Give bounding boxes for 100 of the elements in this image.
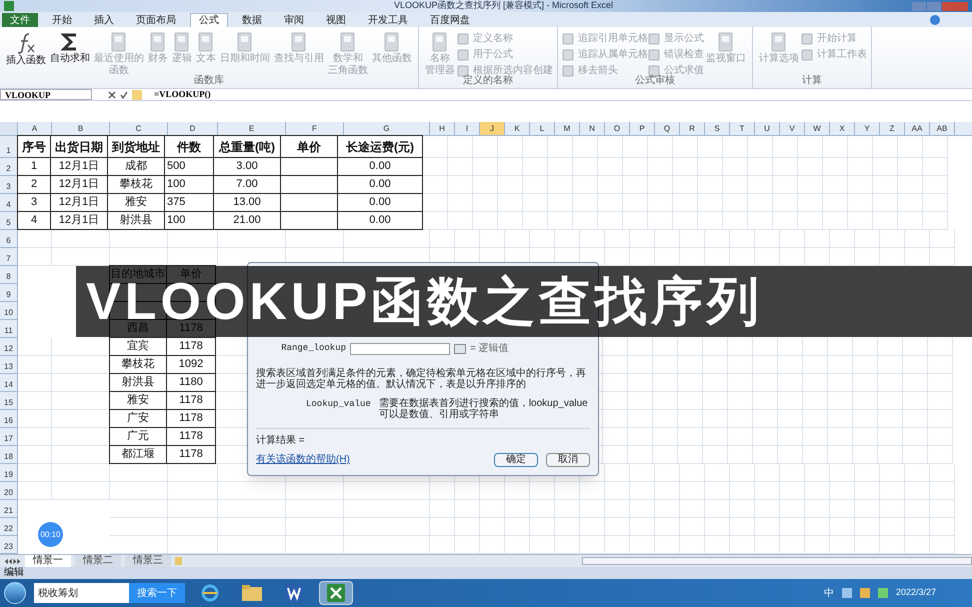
spreadsheet-cell[interactable] xyxy=(448,136,473,158)
spreadsheet-cell[interactable] xyxy=(678,374,703,392)
spreadsheet-cell[interactable] xyxy=(603,356,628,374)
spreadsheet-cell[interactable] xyxy=(923,176,948,194)
spreadsheet-cell[interactable] xyxy=(748,158,773,176)
spreadsheet-cell[interactable] xyxy=(648,212,673,230)
column-header[interactable]: W xyxy=(805,122,830,135)
spreadsheet-cell[interactable] xyxy=(930,230,955,248)
spreadsheet-cell[interactable] xyxy=(805,464,830,482)
spreadsheet-cell[interactable] xyxy=(705,482,730,500)
spreadsheet-cell[interactable] xyxy=(878,338,903,356)
column-header[interactable]: X xyxy=(830,122,855,135)
spreadsheet-cell[interactable] xyxy=(573,176,598,194)
minimize-icon[interactable] xyxy=(912,2,926,10)
spreadsheet-cell[interactable] xyxy=(598,212,623,230)
spreadsheet-cell[interactable] xyxy=(703,410,728,428)
spreadsheet-cell[interactable] xyxy=(505,500,530,518)
ribbon-tab[interactable]: 审阅 xyxy=(276,13,312,27)
spreadsheet-cell[interactable] xyxy=(853,428,878,446)
spreadsheet-cell[interactable] xyxy=(603,428,628,446)
column-header[interactable]: T xyxy=(730,122,755,135)
spreadsheet-cell[interactable] xyxy=(648,194,673,212)
select-all-corner[interactable] xyxy=(0,122,18,135)
spreadsheet-cell[interactable] xyxy=(455,500,480,518)
column-header[interactable]: R xyxy=(680,122,705,135)
spreadsheet-cell[interactable] xyxy=(855,464,880,482)
ribbon-tab[interactable]: 页面布局 xyxy=(128,13,184,27)
spreadsheet-cell[interactable] xyxy=(723,158,748,176)
sheet-tab[interactable]: 情景二 xyxy=(75,555,122,567)
spreadsheet-cell[interactable] xyxy=(830,230,855,248)
spreadsheet-cell[interactable] xyxy=(848,136,873,158)
spreadsheet-cell[interactable] xyxy=(723,136,748,158)
spreadsheet-cell[interactable] xyxy=(880,518,905,536)
spreadsheet-cell[interactable] xyxy=(480,230,505,248)
spreadsheet-cell[interactable] xyxy=(548,212,573,230)
column-header[interactable]: Z xyxy=(880,122,905,135)
spreadsheet-cell[interactable] xyxy=(855,482,880,500)
spreadsheet-cell[interactable] xyxy=(728,338,753,356)
spreadsheet-cell[interactable] xyxy=(905,230,930,248)
spreadsheet-cell[interactable] xyxy=(680,230,705,248)
spreadsheet-cell[interactable] xyxy=(778,428,803,446)
spreadsheet-cell[interactable] xyxy=(805,482,830,500)
spreadsheet-cell[interactable] xyxy=(703,374,728,392)
taskbar-app-button[interactable] xyxy=(319,581,353,605)
spreadsheet-cell[interactable] xyxy=(655,500,680,518)
spreadsheet-cell[interactable] xyxy=(748,176,773,194)
spreadsheet-cell[interactable] xyxy=(555,500,580,518)
spreadsheet-cell[interactable] xyxy=(423,194,448,212)
spreadsheet-cell[interactable] xyxy=(780,464,805,482)
spreadsheet-cell[interactable] xyxy=(423,176,448,194)
spreadsheet-cell[interactable] xyxy=(828,446,853,464)
spreadsheet-cell[interactable] xyxy=(930,482,955,500)
spreadsheet-cell[interactable] xyxy=(678,428,703,446)
spreadsheet-cell[interactable] xyxy=(773,158,798,176)
row-header[interactable]: 13 xyxy=(0,356,18,374)
spreadsheet-cell[interactable] xyxy=(648,136,673,158)
row-header[interactable]: 14 xyxy=(0,374,18,392)
collapse-icon[interactable] xyxy=(454,344,466,354)
ribbon-button[interactable]: 插入函数 xyxy=(4,31,48,67)
spreadsheet-cell[interactable] xyxy=(648,176,673,194)
spreadsheet-cell[interactable] xyxy=(878,446,903,464)
spreadsheet-cell[interactable] xyxy=(630,230,655,248)
row-header[interactable]: 12 xyxy=(0,338,18,356)
row-header[interactable]: 19 xyxy=(0,464,18,482)
spreadsheet-cell[interactable] xyxy=(898,176,923,194)
spreadsheet-cell[interactable] xyxy=(655,518,680,536)
spreadsheet-cell[interactable] xyxy=(628,446,653,464)
spreadsheet-cell[interactable] xyxy=(698,136,723,158)
spreadsheet-cell[interactable] xyxy=(52,482,110,500)
spreadsheet-cell[interactable] xyxy=(703,356,728,374)
spreadsheet-cell[interactable] xyxy=(653,356,678,374)
spreadsheet-cell[interactable] xyxy=(573,194,598,212)
row-header[interactable]: 9 xyxy=(0,284,18,302)
spreadsheet-cell[interactable] xyxy=(703,392,728,410)
spreadsheet-cell[interactable] xyxy=(218,500,286,518)
spreadsheet-cell[interactable] xyxy=(830,518,855,536)
spreadsheet-cell[interactable] xyxy=(705,500,730,518)
spreadsheet-cell[interactable] xyxy=(828,374,853,392)
spreadsheet-cell[interactable] xyxy=(798,176,823,194)
spreadsheet-cell[interactable] xyxy=(730,482,755,500)
spreadsheet-cell[interactable] xyxy=(110,482,168,500)
spreadsheet-cell[interactable] xyxy=(423,158,448,176)
spreadsheet-cell[interactable] xyxy=(853,410,878,428)
spreadsheet-cell[interactable] xyxy=(168,500,218,518)
spreadsheet-cell[interactable] xyxy=(555,482,580,500)
spreadsheet-cell[interactable] xyxy=(873,158,898,176)
spreadsheet-cell[interactable] xyxy=(755,464,780,482)
spreadsheet-cell[interactable] xyxy=(18,248,52,266)
spreadsheet-cell[interactable] xyxy=(18,338,52,356)
spreadsheet-cell[interactable] xyxy=(653,410,678,428)
spreadsheet-cell[interactable] xyxy=(753,392,778,410)
spreadsheet-cell[interactable] xyxy=(723,212,748,230)
spreadsheet-cell[interactable] xyxy=(623,176,648,194)
column-header[interactable]: AB xyxy=(930,122,955,135)
spreadsheet-cell[interactable] xyxy=(853,338,878,356)
spreadsheet-cell[interactable] xyxy=(828,410,853,428)
spreadsheet-cell[interactable] xyxy=(628,392,653,410)
row-header[interactable]: 21 xyxy=(0,500,18,518)
horizontal-scrollbar[interactable] xyxy=(582,557,972,565)
spreadsheet-cell[interactable] xyxy=(778,446,803,464)
